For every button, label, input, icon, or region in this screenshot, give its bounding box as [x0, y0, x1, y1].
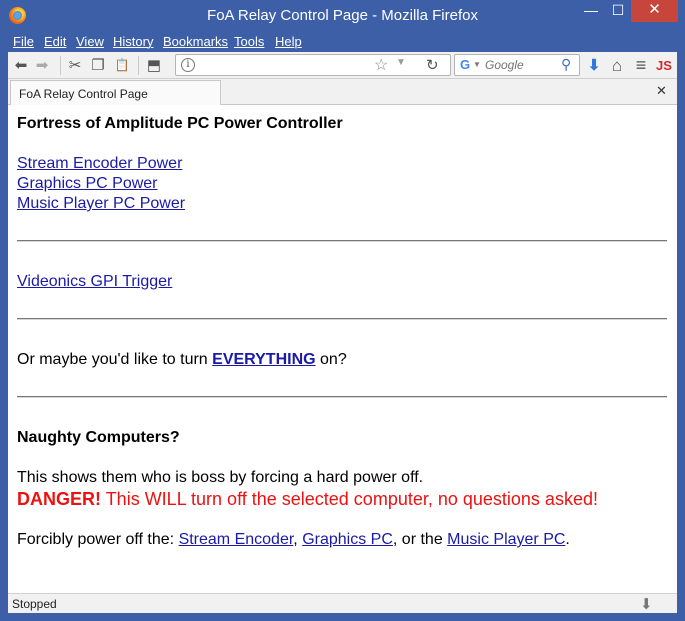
paste-icon[interactable]: 📋: [112, 56, 132, 75]
download-status-icon[interactable]: ⬇: [640, 595, 653, 613]
force-separator: ,: [293, 531, 298, 548]
menu-file[interactable]: File: [13, 34, 34, 49]
maximize-button[interactable]: ☐: [605, 0, 631, 22]
videonics-gpi-trigger-link[interactable]: Videonics GPI Trigger: [17, 273, 172, 290]
everything-suffix: on?: [320, 351, 347, 368]
menu-bookmarks[interactable]: Bookmarks: [163, 34, 228, 49]
search-bar: G ▼ ⚲: [454, 54, 580, 76]
tab-foa-relay-control[interactable]: FoA Relay Control Page: [10, 80, 221, 105]
menu-history[interactable]: History: [113, 34, 153, 49]
url-history-dropdown-icon[interactable]: ▼: [396, 57, 406, 68]
close-tab-icon[interactable]: ✕: [656, 83, 667, 99]
horizontal-rule: [17, 318, 668, 320]
menu-bar: File Edit View History Bookmarks Tools H…: [8, 31, 677, 52]
danger-warning: DANGER! This WILL turn off the selected …: [17, 489, 598, 510]
horizontal-rule: [17, 396, 668, 398]
javascript-toggle-icon[interactable]: JS: [654, 56, 674, 75]
toolbar-divider: [60, 56, 61, 75]
navigation-toolbar: ⬅ ➡ ✂ ❐ 📋 ⬒ i ☆ ▼ ↻ G ▼ ⚲ ⬇ ⌂ ≡ JS: [8, 52, 677, 79]
music-player-pc-power-link[interactable]: Music Player PC Power: [17, 195, 185, 212]
title-bar: FoA Relay Control Page - Mozilla Firefox…: [0, 0, 685, 31]
downloads-icon[interactable]: ⬇: [584, 56, 604, 75]
url-bar: i ☆ ▼ ↻: [175, 54, 451, 76]
everything-on-link[interactable]: EVERYTHING: [212, 351, 315, 368]
home-icon[interactable]: ⌂: [607, 56, 627, 75]
danger-text: This WILL turn off the selected computer…: [105, 489, 598, 509]
search-icon[interactable]: ⚲: [561, 56, 571, 73]
force-off-stream-encoder-link[interactable]: Stream Encoder: [179, 531, 294, 548]
tab-label: FoA Relay Control Page: [19, 87, 148, 101]
copy-icon[interactable]: ❐: [88, 56, 108, 75]
force-off-line: Forcibly power off the: Stream Encoder , …: [17, 531, 570, 549]
search-input[interactable]: [485, 56, 561, 74]
horizontal-rule: [17, 240, 668, 242]
toolbar-divider: [138, 56, 139, 75]
url-input[interactable]: [200, 56, 370, 74]
search-engine-dropdown-icon[interactable]: ▼: [473, 60, 481, 69]
stream-encoder-power-link[interactable]: Stream Encoder Power: [17, 155, 182, 172]
minimize-button[interactable]: —: [577, 0, 605, 22]
force-off-graphics-pc-link[interactable]: Graphics PC: [302, 531, 393, 548]
back-arrow-icon[interactable]: ⬅: [11, 56, 31, 75]
close-window-button[interactable]: ✕: [631, 0, 678, 22]
force-off-music-player-pc-link[interactable]: Music Player PC: [447, 531, 565, 548]
page-title: Fortress of Amplitude PC Power Controlle…: [17, 115, 343, 132]
forward-arrow-icon[interactable]: ➡: [32, 56, 52, 75]
menu-view[interactable]: View: [76, 34, 104, 49]
site-info-icon[interactable]: i: [181, 58, 195, 72]
addons-icon[interactable]: ⬒: [144, 56, 164, 75]
naughty-computers-heading: Naughty Computers?: [17, 429, 180, 446]
tab-strip: FoA Relay Control Page ✕: [8, 79, 677, 105]
status-bar: Stopped ⬇: [8, 593, 677, 613]
boss-text: This shows them who is boss by forcing a…: [17, 469, 424, 486]
force-separator: , or the: [392, 531, 443, 548]
scroll-gutter: [667, 105, 677, 593]
status-text: Stopped: [12, 597, 57, 611]
danger-label: DANGER!: [17, 489, 101, 509]
google-search-engine-icon[interactable]: G: [460, 57, 470, 72]
menu-help[interactable]: Help: [275, 34, 302, 49]
graphics-pc-power-link[interactable]: Graphics PC Power: [17, 175, 158, 192]
force-end: .: [565, 531, 570, 548]
cut-icon[interactable]: ✂: [65, 56, 85, 75]
page-content: Fortress of Amplitude PC Power Controlle…: [8, 105, 668, 593]
menu-tools[interactable]: Tools: [234, 34, 264, 49]
menu-edit[interactable]: Edit: [44, 34, 66, 49]
bookmark-star-icon[interactable]: ☆: [374, 55, 388, 75]
reload-icon[interactable]: ↻: [426, 56, 439, 74]
hamburger-menu-icon[interactable]: ≡: [631, 56, 651, 75]
everything-line: Or maybe you'd like to turn EVERYTHING o…: [17, 351, 347, 369]
everything-prefix: Or maybe you'd like to turn: [17, 351, 208, 368]
force-prefix: Forcibly power off the:: [17, 531, 175, 548]
